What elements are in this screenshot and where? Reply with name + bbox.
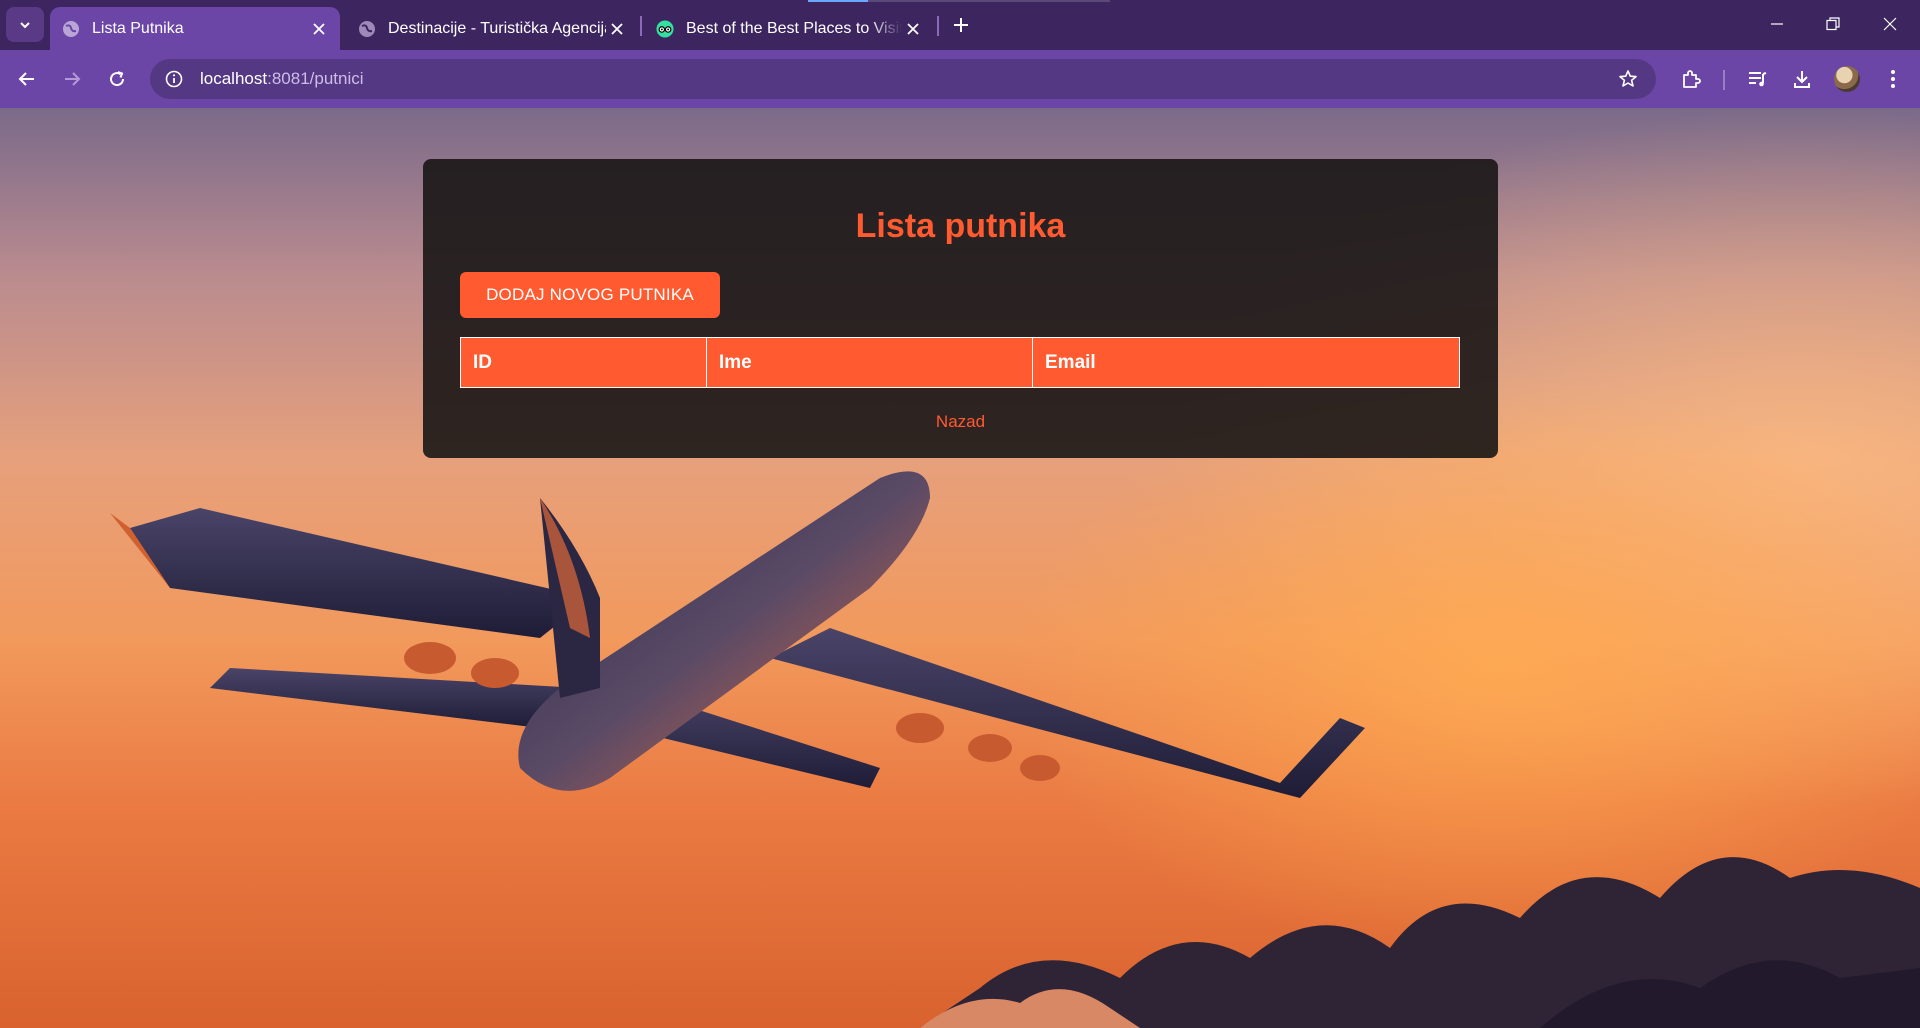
table-header-row: ID Ime Email — [460, 337, 1460, 388]
column-header-id[interactable]: ID — [460, 337, 707, 388]
reload-icon — [110, 71, 125, 87]
page-title: Lista putnika — [855, 207, 1066, 245]
forward-button[interactable] — [56, 63, 88, 95]
close-icon[interactable] — [606, 18, 628, 40]
tab-destinacije[interactable]: Destinacije - Turistička Agencija — [346, 7, 638, 50]
toolbar-divider — [1723, 70, 1725, 90]
column-header-email[interactable]: Email — [1032, 337, 1460, 388]
tab-title: Destinacije - Turistička Agencija — [388, 19, 606, 37]
tab-search-button[interactable] — [6, 7, 44, 42]
tab-strip: Lista Putnika Destinacije - Turistička A… — [0, 0, 1920, 50]
url-text: localhost:8081/putnici — [200, 69, 364, 89]
chevron-down-icon — [20, 21, 30, 28]
bookmark-star-icon[interactable] — [1616, 67, 1640, 91]
browser-toolbar: localhost:8081/putnici — [0, 50, 1920, 108]
url-path: :8081/putnici — [267, 69, 364, 88]
site-info-icon[interactable] — [162, 67, 186, 91]
globe-icon — [358, 20, 376, 38]
browser-menu-button[interactable] — [1877, 63, 1909, 95]
url-host: localhost — [200, 69, 268, 88]
extensions-button[interactable] — [1675, 63, 1707, 95]
reload-button[interactable] — [101, 63, 133, 95]
back-button[interactable] — [11, 63, 43, 95]
background-clouds — [920, 857, 1920, 1028]
more-vertical-icon — [1891, 70, 1895, 88]
media-control-button[interactable] — [1741, 63, 1773, 95]
tab-lista-putnika[interactable]: Lista Putnika — [50, 7, 340, 50]
passenger-list-card: Lista putnika DODAJ NOVOG PUTNIKA ID Ime… — [423, 159, 1498, 458]
close-icon[interactable] — [902, 18, 924, 40]
arrow-right-icon — [65, 72, 81, 86]
minimize-icon — [1771, 23, 1783, 25]
download-icon — [1794, 71, 1810, 88]
minimize-button[interactable] — [1757, 8, 1797, 40]
tab-title: Lista Putnika — [92, 19, 184, 37]
tab-separator — [937, 16, 939, 36]
address-bar[interactable]: localhost:8081/putnici — [150, 59, 1656, 99]
plus-icon — [954, 18, 968, 32]
restore-button[interactable] — [1813, 8, 1853, 40]
tab-tripadvisor[interactable]: Best of the Best Places to Visit in — [644, 7, 934, 50]
tripadvisor-icon — [656, 19, 674, 38]
column-header-ime[interactable]: Ime — [706, 337, 1033, 388]
passenger-table: ID Ime Email — [460, 337, 1460, 388]
tab-separator — [640, 16, 642, 36]
puzzle-icon — [1683, 70, 1701, 88]
downloads-button[interactable] — [1786, 63, 1818, 95]
restore-icon — [1826, 17, 1840, 31]
window-close-button[interactable] — [1870, 8, 1910, 40]
close-icon — [1883, 17, 1897, 31]
back-link[interactable]: Nazad — [423, 412, 1498, 432]
page-viewport: Lista putnika DODAJ NOVOG PUTNIKA ID Ime… — [0, 108, 1920, 1028]
arrow-left-icon — [18, 72, 34, 86]
new-tab-button[interactable] — [946, 12, 976, 38]
close-icon[interactable] — [308, 18, 330, 40]
add-passenger-button[interactable]: DODAJ NOVOG PUTNIKA — [460, 272, 720, 318]
queue-music-icon — [1749, 72, 1767, 87]
loading-indicator — [808, 0, 1110, 2]
globe-icon — [62, 20, 80, 38]
tab-title: Best of the Best Places to Visit in — [686, 19, 902, 37]
profile-avatar[interactable] — [1834, 66, 1860, 92]
